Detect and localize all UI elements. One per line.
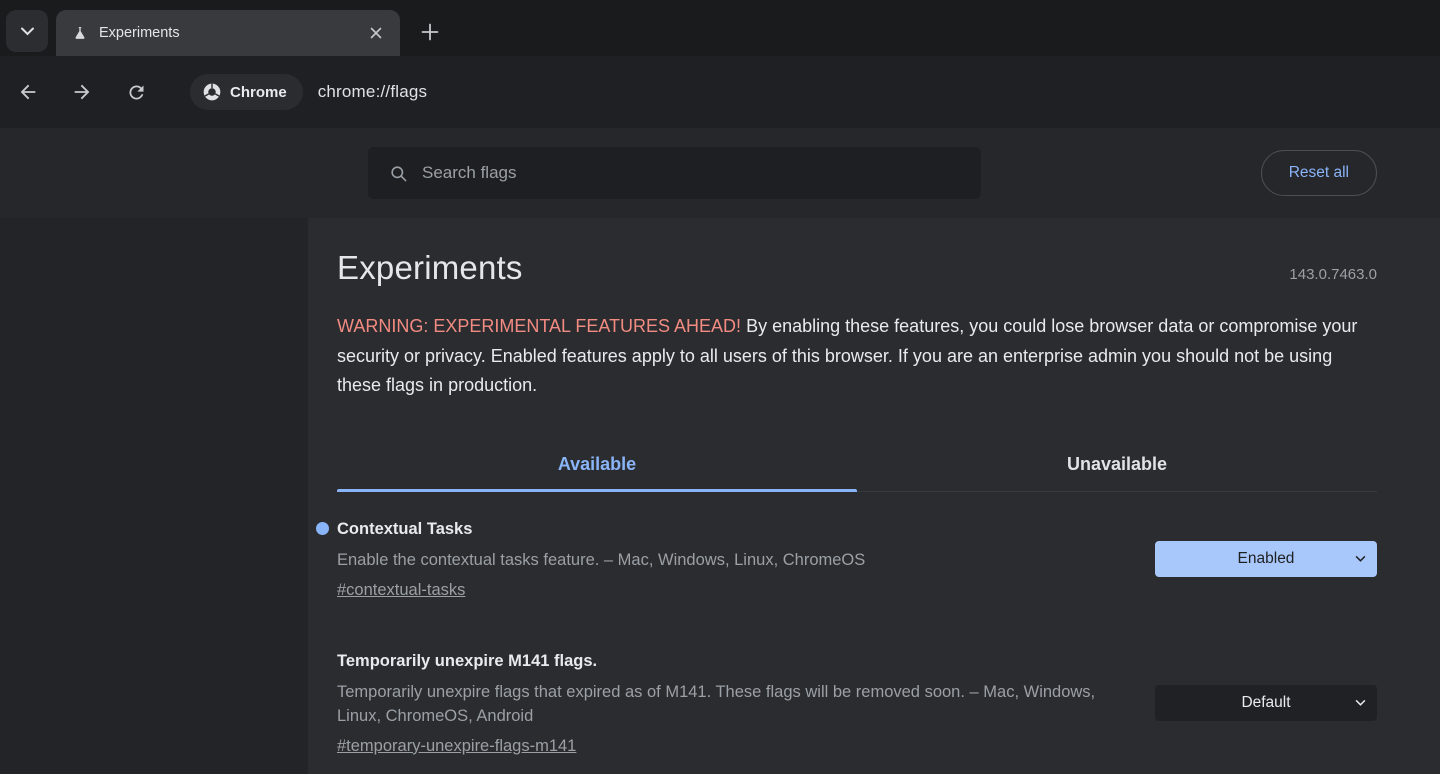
version-label: 143.0.7463.0 bbox=[1289, 266, 1377, 288]
new-tab-button[interactable] bbox=[414, 16, 446, 48]
flag-name: Contextual Tasks bbox=[337, 518, 1115, 540]
reload-button[interactable] bbox=[118, 74, 154, 110]
tab-title: Experiments bbox=[99, 25, 364, 41]
browser-tab-experiments[interactable]: Experiments bbox=[56, 10, 400, 56]
flag-permalink-contextual-tasks[interactable]: #contextual-tasks bbox=[337, 581, 465, 600]
browser-window: Experiments bbox=[0, 0, 1440, 774]
search-flags-box[interactable] bbox=[368, 147, 981, 199]
tab-close-button[interactable] bbox=[364, 21, 388, 45]
tab-strip: Experiments bbox=[0, 0, 1440, 56]
flag-name-label: Contextual Tasks bbox=[337, 520, 472, 538]
highlight-dot-icon bbox=[316, 522, 329, 535]
url-text: chrome://flags bbox=[318, 82, 428, 102]
flag-description: Enable the contextual tasks feature. – M… bbox=[337, 548, 1097, 572]
arrow-right-icon bbox=[71, 81, 93, 103]
title-row: Experiments 143.0.7463.0 bbox=[337, 248, 1377, 288]
reset-all-button[interactable]: Reset all bbox=[1261, 150, 1377, 196]
flag-row-temporary-unexpire-m141: Temporarily unexpire M141 flags. Tempora… bbox=[337, 650, 1377, 756]
flag-permalink-temporary-unexpire-m141[interactable]: #temporary-unexpire-flags-m141 bbox=[337, 737, 576, 756]
chrome-chip: Chrome bbox=[190, 74, 303, 110]
plus-icon bbox=[421, 23, 439, 41]
flag-row-contextual-tasks: Contextual Tasks Enable the contextual t… bbox=[337, 518, 1377, 600]
flag-select-temporary-unexpire-m141[interactable]: Default bbox=[1155, 685, 1377, 721]
search-flags-input[interactable] bbox=[422, 147, 981, 199]
browser-toolbar: Chrome chrome://flags bbox=[0, 56, 1440, 128]
arrow-left-icon bbox=[17, 81, 39, 103]
close-icon bbox=[370, 27, 382, 39]
availability-tabs: Available Unavailable bbox=[337, 439, 1377, 492]
flask-icon bbox=[72, 25, 88, 41]
tab-search-button[interactable] bbox=[6, 10, 48, 52]
search-icon bbox=[389, 164, 408, 183]
flag-select-value: Enabled bbox=[1238, 550, 1295, 568]
flag-texts: Temporarily unexpire M141 flags. Tempora… bbox=[337, 650, 1155, 756]
flag-select-value: Default bbox=[1241, 694, 1290, 712]
chevron-down-icon bbox=[1355, 555, 1366, 562]
warning-highlight: WARNING: EXPERIMENTAL FEATURES AHEAD! bbox=[337, 316, 741, 336]
reload-icon bbox=[126, 82, 147, 103]
chrome-logo-icon bbox=[202, 82, 222, 102]
flag-select-contextual-tasks[interactable]: Enabled bbox=[1155, 541, 1377, 577]
forward-button[interactable] bbox=[64, 74, 100, 110]
chevron-down-icon bbox=[20, 26, 35, 36]
page-title: Experiments bbox=[337, 248, 523, 288]
tab-available[interactable]: Available bbox=[337, 439, 857, 491]
flag-name: Temporarily unexpire M141 flags. bbox=[337, 650, 1115, 672]
tab-unavailable-label: Unavailable bbox=[1067, 454, 1167, 475]
flags-header: Reset all bbox=[0, 128, 1440, 218]
flag-texts: Contextual Tasks Enable the contextual t… bbox=[337, 518, 1155, 600]
tab-available-label: Available bbox=[558, 454, 636, 475]
experiments-panel: Experiments 143.0.7463.0 WARNING: EXPERI… bbox=[308, 218, 1440, 774]
back-button[interactable] bbox=[10, 74, 46, 110]
flag-name-label: Temporarily unexpire M141 flags. bbox=[337, 652, 597, 670]
tab-unavailable[interactable]: Unavailable bbox=[857, 439, 1377, 491]
chrome-chip-label: Chrome bbox=[230, 84, 287, 101]
chevron-down-icon bbox=[1355, 699, 1366, 706]
flag-description: Temporarily unexpire flags that expired … bbox=[337, 680, 1097, 728]
address-bar[interactable]: Chrome chrome://flags bbox=[190, 70, 1440, 114]
warning-text: WARNING: EXPERIMENTAL FEATURES AHEAD!By … bbox=[337, 312, 1372, 401]
